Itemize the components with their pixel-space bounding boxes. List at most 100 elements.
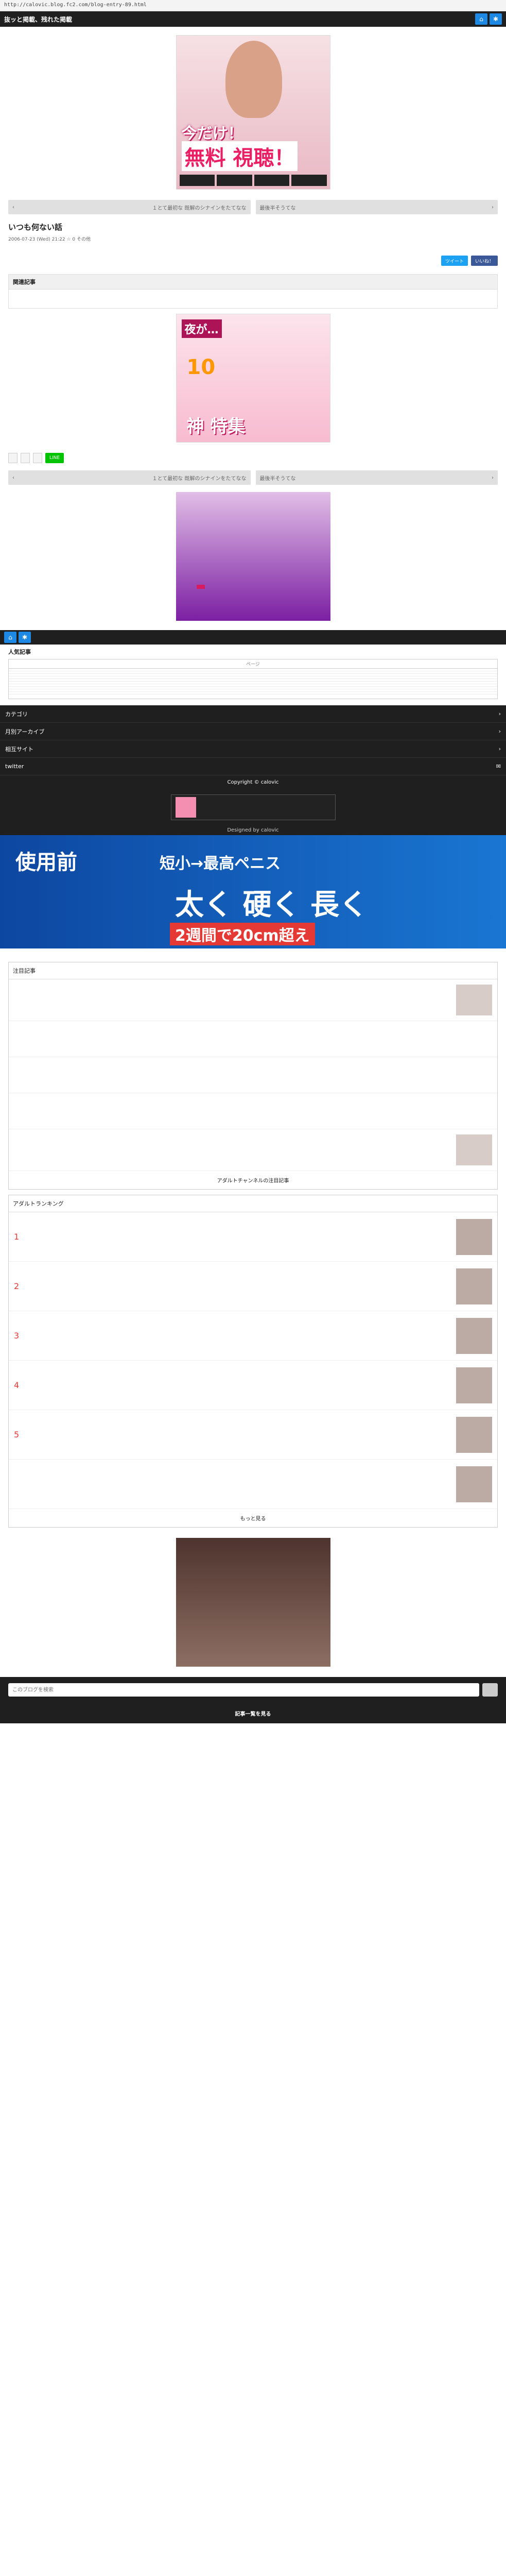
ad-bottom-caption bbox=[0, 948, 506, 957]
next-entry-button[interactable]: 最後半そうてな › bbox=[255, 470, 498, 485]
site-title[interactable]: 抜ッと掲載、残れた掲載 bbox=[4, 15, 72, 24]
related-item[interactable] bbox=[15, 302, 491, 304]
rss-entry[interactable] bbox=[9, 1129, 497, 1171]
accordion-twitter[interactable]: twitter ✉ bbox=[0, 758, 506, 775]
ad-mid-text-4: 神 特集 bbox=[186, 416, 246, 437]
header-buttons: ⌂ ✱ bbox=[475, 13, 502, 25]
chevron-right-icon: › bbox=[492, 204, 494, 210]
clap-button[interactable] bbox=[33, 453, 42, 463]
search-bar bbox=[0, 1677, 506, 1703]
chevron-left-icon: ‹ bbox=[12, 474, 14, 481]
ad-chip bbox=[254, 175, 289, 186]
rss-entry[interactable] bbox=[9, 1021, 497, 1057]
home-icon[interactable]: ⌂ bbox=[4, 632, 16, 643]
rss-entry[interactable] bbox=[9, 979, 497, 1021]
rss-entry[interactable] bbox=[9, 1093, 497, 1129]
rss-block: 注目記事 アダルトチャンネルの注目記事 bbox=[8, 962, 498, 1190]
sidebar-accordion: カテゴリ › 月別アーカイブ › 相互サイト › twitter ✉ bbox=[0, 705, 506, 775]
menu-icon[interactable]: ✱ bbox=[490, 13, 502, 25]
entry-nav: ‹ １とて最初な 既解のシナインをたてなな 最後半そうてな › bbox=[0, 198, 506, 216]
ad-mid-text-2: 10 bbox=[186, 355, 216, 379]
accordion-archive[interactable]: 月別アーカイブ › bbox=[0, 723, 506, 740]
ad-game-text-3 bbox=[196, 585, 205, 589]
copyright: Copyright © calovic bbox=[0, 775, 506, 789]
popular-more-link[interactable] bbox=[0, 699, 506, 705]
article-title: いつも何ない話 bbox=[8, 223, 63, 232]
entry-nav-bottom: ‹ １とて最初な 既解のシナインをたてなな 最後半そうてな › bbox=[0, 468, 506, 487]
rss-head: 注目記事 bbox=[9, 962, 497, 979]
accordion-links[interactable]: 相互サイト › bbox=[0, 740, 506, 758]
rank-thumb bbox=[456, 1218, 492, 1255]
prev-entry-button[interactable]: ‹ １とて最初な 既解のシナインをたてなな bbox=[8, 200, 251, 214]
ad-chip bbox=[179, 175, 215, 186]
designed-by: Designed by calovic bbox=[0, 825, 506, 835]
ad-top[interactable]: 今だけ！ 無料 視聴！ bbox=[0, 27, 506, 198]
rss-thumb bbox=[456, 1134, 492, 1165]
rss-thumb bbox=[456, 985, 492, 1015]
rss-foot[interactable]: アダルトチャンネルの注目記事 bbox=[9, 1171, 497, 1189]
ad-mid-text-1: 夜が… bbox=[181, 319, 222, 338]
ad-mid-banner[interactable]: 夜が… 10 神 特集 bbox=[176, 314, 330, 443]
home-icon[interactable]: ⌂ bbox=[475, 13, 487, 25]
line-share-button[interactable]: LINE bbox=[45, 453, 64, 463]
ranking-entry[interactable]: 4 bbox=[9, 1361, 497, 1410]
rank-number: 1 bbox=[14, 1232, 20, 1242]
accordion-label: twitter bbox=[5, 763, 24, 770]
share-bar: ツイート いいね！ bbox=[0, 252, 506, 269]
chevron-right-icon: › bbox=[498, 745, 501, 752]
article-meta: 2006-07-23 (Wed) 21:22 ☆ 0 その他 bbox=[8, 237, 91, 242]
next-entry-label: 最後半そうてな bbox=[259, 205, 296, 211]
comment-button[interactable] bbox=[8, 453, 18, 463]
quiz-box[interactable] bbox=[170, 794, 336, 820]
rank-thumb bbox=[456, 1416, 492, 1453]
ranking-more[interactable]: もっと見る bbox=[9, 1509, 497, 1527]
rank-number: 2 bbox=[14, 1281, 20, 1291]
tweet-button[interactable]: ツイート bbox=[441, 256, 468, 266]
accordion-category[interactable]: カテゴリ › bbox=[0, 705, 506, 723]
address-bar[interactable]: http://calovic.blog.fc2.com/blog-entry-8… bbox=[0, 0, 506, 11]
rank-number: 3 bbox=[14, 1331, 20, 1341]
menu-icon[interactable]: ✱ bbox=[19, 632, 31, 643]
chevron-right-icon: › bbox=[498, 728, 501, 735]
ad-last-banner[interactable] bbox=[176, 1538, 330, 1667]
ad-bottom-left: 使用前 bbox=[15, 851, 77, 874]
rank-number: 5 bbox=[14, 1430, 20, 1439]
rss-entry[interactable] bbox=[9, 1057, 497, 1093]
ranking-entry[interactable]: 5 bbox=[9, 1410, 497, 1460]
ad-bottom-r2: 太く 硬く 長く bbox=[175, 888, 368, 922]
ad-bottom-r3: 2週間で20cm超え bbox=[170, 923, 315, 945]
footer[interactable]: 記事一覧を見る bbox=[0, 1703, 506, 1723]
popular-list: ページ bbox=[8, 659, 498, 699]
prev-entry-button[interactable]: ‹ １とて最初な 既解のシナインをたてなな bbox=[8, 470, 251, 485]
popular-head: 人気記事 bbox=[8, 649, 31, 655]
ranking-head: アダルトランキング bbox=[9, 1195, 497, 1212]
quiz-avatar bbox=[175, 797, 196, 818]
popular-last-update bbox=[9, 694, 497, 699]
ad-bottom-r1: 短小→最高ペニス bbox=[160, 855, 281, 873]
popular-pager[interactable]: ページ bbox=[9, 659, 497, 669]
ranking-entry[interactable]: 3 bbox=[9, 1311, 497, 1361]
next-entry-label: 最後半そうてな bbox=[259, 476, 296, 482]
ad-bottom-banner[interactable]: 使用前 短小→最高ペニス 太く 硬く 長く 2週間で20cm超え bbox=[0, 835, 506, 948]
next-entry-button[interactable]: 最後半そうてな › bbox=[255, 200, 498, 214]
quiz-banner[interactable] bbox=[0, 789, 506, 825]
trackback-button[interactable] bbox=[21, 453, 30, 463]
ad-chip bbox=[217, 175, 252, 186]
search-button[interactable] bbox=[482, 1683, 498, 1697]
rank-thumb bbox=[456, 1317, 492, 1354]
ranking-entry[interactable]: 2 bbox=[9, 1262, 497, 1311]
ranking-entry[interactable]: 1 bbox=[9, 1212, 497, 1262]
ad-photo bbox=[225, 41, 282, 118]
ranking-entry[interactable] bbox=[9, 1460, 497, 1509]
chevron-left-icon: ‹ bbox=[12, 204, 14, 210]
ad-top-banner[interactable]: 今だけ！ 無料 視聴！ bbox=[176, 35, 330, 190]
accordion-label: 月別アーカイブ bbox=[5, 728, 45, 735]
ranking-block: アダルトランキング 1 2 3 4 5 もっと見る bbox=[8, 1195, 498, 1528]
action-icons: LINE bbox=[0, 448, 506, 468]
site-header: 抜ッと掲載、残れた掲載 ⌂ ✱ bbox=[0, 11, 506, 27]
ad-chip bbox=[291, 175, 327, 186]
like-button[interactable]: いいね！ bbox=[470, 256, 498, 266]
rank-number: 4 bbox=[14, 1380, 20, 1390]
ad-game-banner[interactable] bbox=[176, 492, 330, 621]
search-input[interactable] bbox=[8, 1683, 479, 1697]
